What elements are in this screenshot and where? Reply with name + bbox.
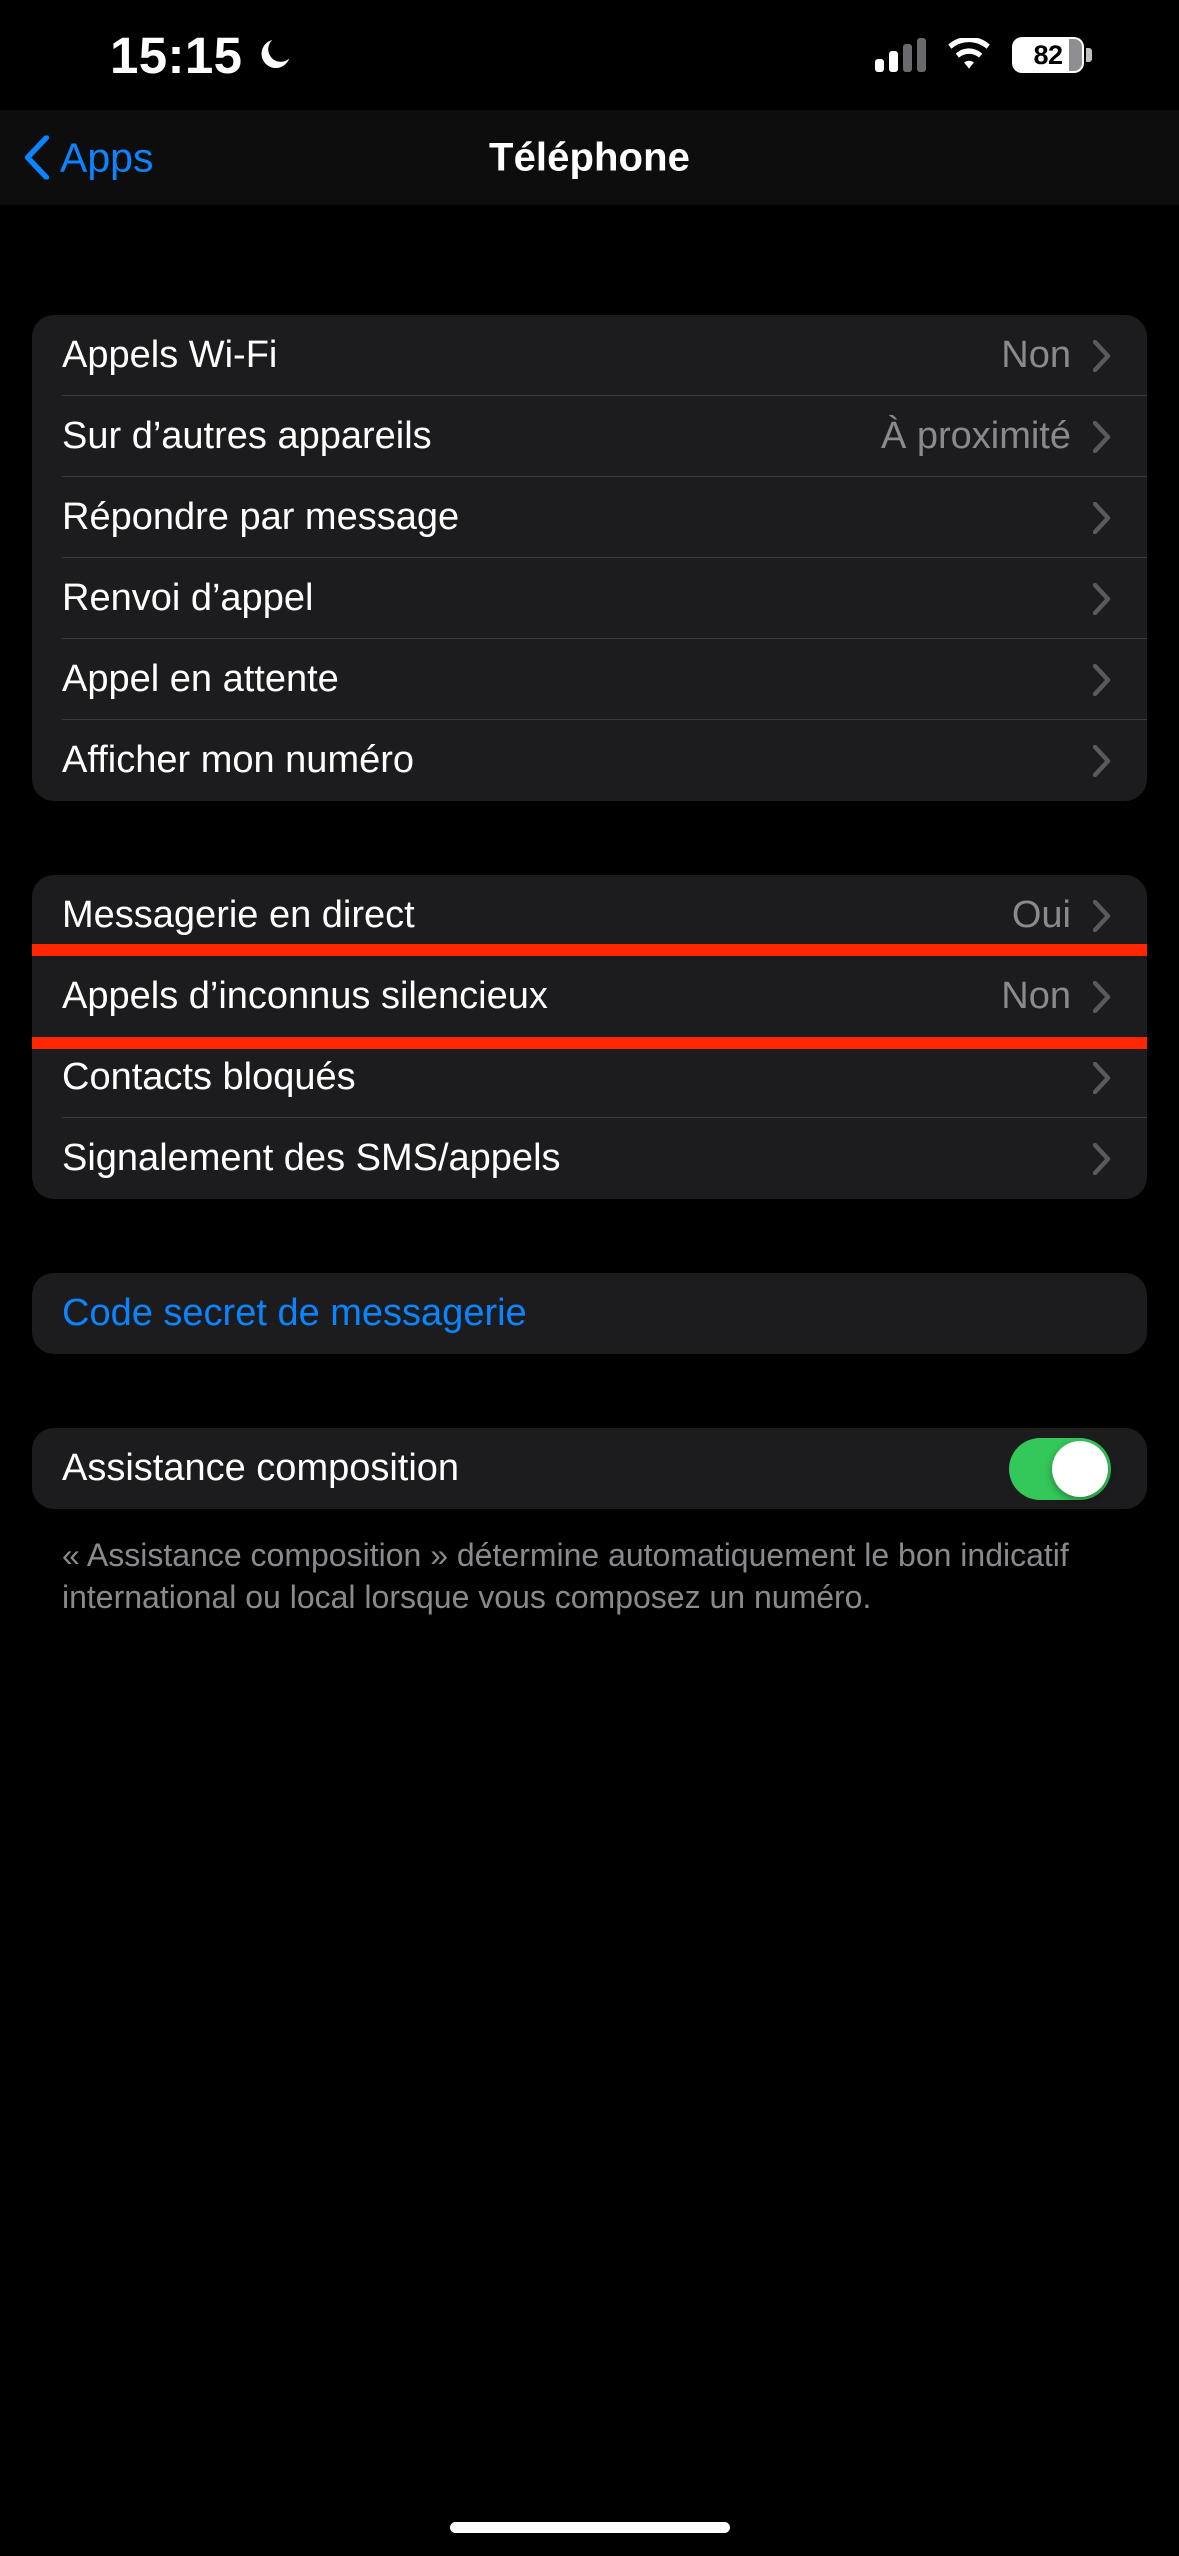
footer-description: « Assistance composition » détermine aut… [62,1537,1069,1615]
chevron-right-icon [1093,420,1111,453]
chevron-right-icon [1093,899,1111,932]
battery-indicator: 82 [1012,37,1092,73]
battery-percentage: 82 [1033,39,1063,70]
row-label: Contacts bloqués [62,1056,356,1098]
settings-row-show-my-caller-id[interactable]: Afficher mon numéro [32,720,1147,801]
chevron-right-icon [1093,1142,1111,1175]
navigation-bar: Apps Téléphone [0,110,1179,205]
chevron-right-icon [1093,980,1111,1013]
row-label: Renvoi d’appel [62,577,314,619]
row-label: Afficher mon numéro [62,739,415,781]
row-value: Non [1001,334,1071,376]
home-indicator[interactable] [449,2522,730,2533]
chevron-right-icon [1093,744,1111,777]
status-bar: 15:15 82 [0,0,1179,110]
battery-fill [1069,39,1082,71]
row-label: Appels d’inconnus silencieux [62,975,548,1017]
content-top-spacer [0,205,1179,315]
row-value: Oui [1011,894,1071,936]
row-label: Appel en attente [62,658,339,700]
chevron-right-icon [1093,663,1111,696]
row-label: Signalement des SMS/appels [62,1137,561,1179]
chevron-right-icon [1093,1061,1111,1094]
settings-row-live-voicemail[interactable]: Messagerie en direct Oui [32,875,1147,956]
crescent-moon-icon [262,39,290,69]
status-bar-right: 82 [875,37,1092,73]
settings-row-change-voicemail-password[interactable]: Code secret de messagerie [32,1273,1147,1354]
settings-row-dial-assist[interactable]: Assistance composition [32,1428,1147,1509]
settings-group-call-filtering: Messagerie en direct Oui Appels d’inconn… [32,875,1147,1199]
settings-row-wifi-calling[interactable]: Appels Wi-Fi Non [32,315,1147,396]
iphone-settings-screen: 15:15 82 Apps Téléphone Appels Wi-Fi Non… [0,0,1179,2556]
dial-assist-toggle[interactable] [1009,1437,1111,1500]
status-bar-clock: 15:15 [110,26,243,84]
row-label: Appels Wi-Fi [62,334,278,376]
row-value: Non [1001,975,1071,1017]
page-title: Téléphone [489,135,690,179]
settings-row-call-forwarding[interactable]: Renvoi d’appel [32,558,1147,639]
settings-row-silence-unknown-callers[interactable]: Appels d’inconnus silencieux Non [32,944,1147,1049]
chevron-right-icon [1093,501,1111,534]
settings-row-sms-call-reporting[interactable]: Signalement des SMS/appels [32,1118,1147,1199]
settings-group-voicemail-password: Code secret de messagerie [32,1273,1147,1354]
row-label: Messagerie en direct [62,894,415,936]
cellular-signal-icon [875,38,926,72]
settings-row-blocked-contacts[interactable]: Contacts bloqués [32,1037,1147,1118]
row-value: À proximité [880,415,1071,457]
chevron-right-icon [1093,582,1111,615]
settings-row-other-devices[interactable]: Sur d’autres appareils À proximité [32,396,1147,477]
status-bar-left: 15:15 [110,30,294,81]
wifi-icon [948,38,990,69]
row-label: Sur d’autres appareils [62,415,432,457]
settings-group-dial-assist: Assistance composition [32,1428,1147,1509]
chevron-right-icon [1093,339,1111,372]
row-label: Code secret de messagerie [62,1292,527,1334]
settings-row-respond-with-text[interactable]: Répondre par message [32,477,1147,558]
settings-content: Appels Wi-Fi Non Sur d’autres appareils … [0,205,1179,1619]
settings-group-call-options: Appels Wi-Fi Non Sur d’autres appareils … [32,315,1147,801]
row-label: Répondre par message [62,496,460,538]
settings-row-call-waiting[interactable]: Appel en attente [32,639,1147,720]
toggle-knob [1052,1440,1108,1497]
row-label: Assistance composition [62,1447,460,1489]
